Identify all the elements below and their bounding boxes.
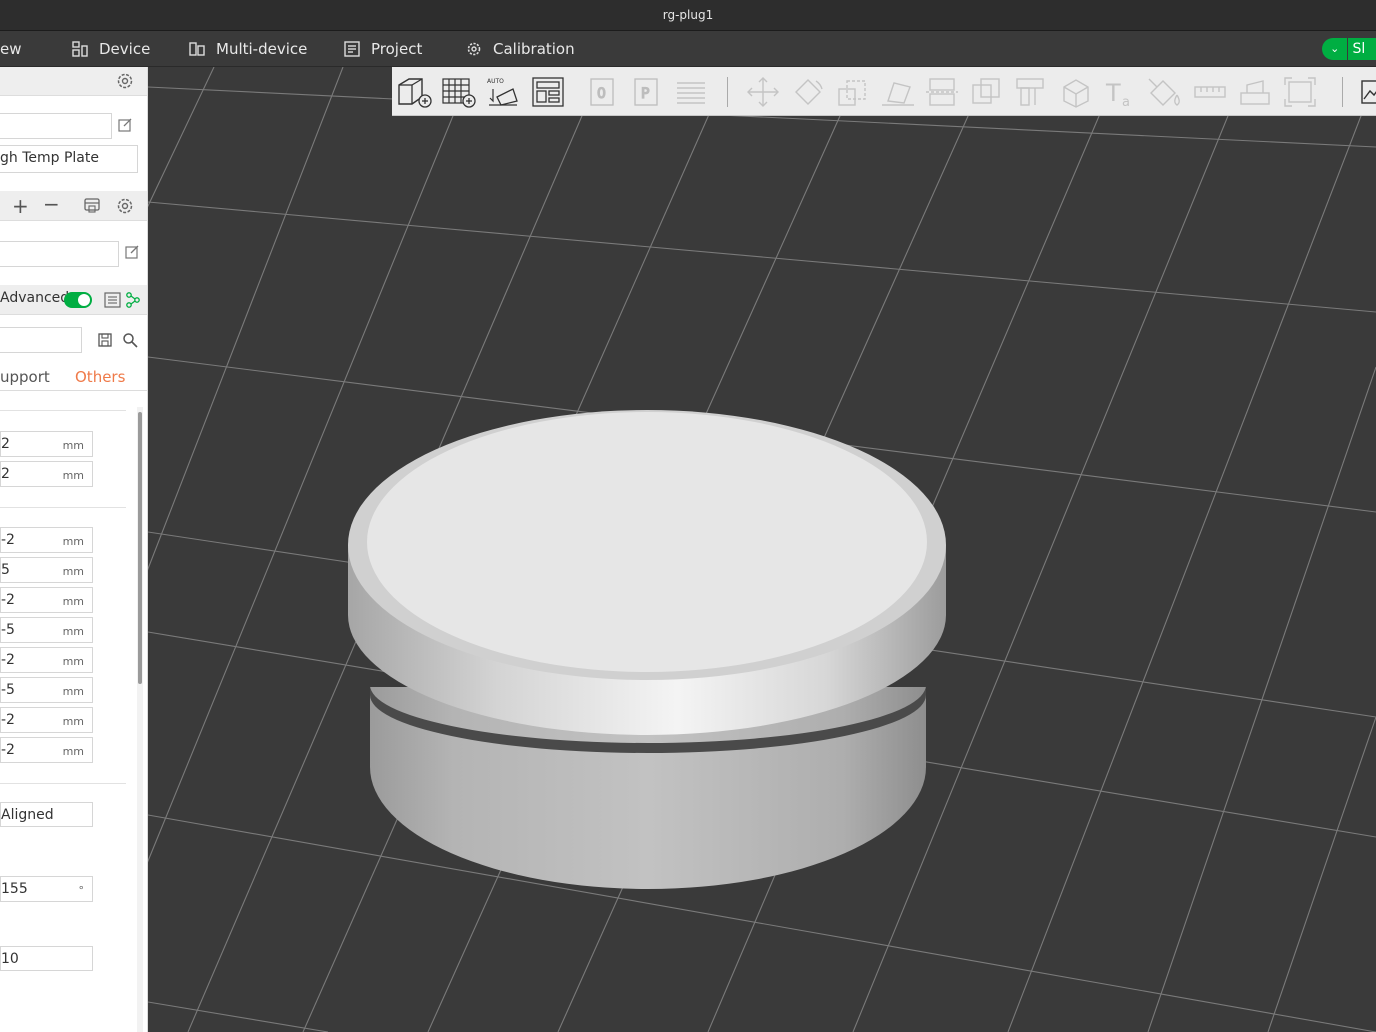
edit-printer-icon[interactable] xyxy=(117,117,133,133)
tab-device[interactable]: Device xyxy=(71,31,150,67)
numeric-field[interactable]: -2 mm xyxy=(0,707,93,733)
compare-presets-icon[interactable] xyxy=(125,291,141,309)
split-objects-icon: 0 xyxy=(590,78,614,106)
advanced-toggle[interactable] xyxy=(64,292,92,308)
advanced-toggle-knob xyxy=(78,294,90,306)
tab-device-label: Device xyxy=(99,40,151,58)
numeric-field[interactable]: -2 mm xyxy=(0,737,93,763)
angle-field[interactable]: 155 ° xyxy=(0,876,93,902)
calibration-icon xyxy=(467,42,481,56)
remove-filament-icon[interactable]: − xyxy=(43,192,60,216)
group-divider xyxy=(0,410,126,411)
text-tool-icon: Ta xyxy=(1105,79,1130,109)
scale-icon xyxy=(838,80,866,106)
support-painting-icon xyxy=(1016,78,1044,106)
tab-underline xyxy=(0,390,147,391)
object-toolbar: AUTO 0 P Ta xyxy=(392,67,1376,116)
numeric-field[interactable]: -2 mm xyxy=(0,587,93,613)
plug-model[interactable] xyxy=(148,67,1376,1032)
auto-orient-icon[interactable]: AUTO xyxy=(485,75,521,109)
add-filament-icon[interactable]: + xyxy=(12,194,29,218)
view-mode-icon[interactable] xyxy=(1358,75,1376,109)
multi-device-icon xyxy=(189,42,205,56)
rotate-icon xyxy=(795,79,823,105)
group-divider xyxy=(0,507,126,508)
slice-label: Sl xyxy=(1348,38,1376,60)
printer-settings-gear-icon[interactable] xyxy=(116,72,134,90)
settings-search-input[interactable] xyxy=(0,327,82,353)
settings-sidebar: gh Temp Plate + − Advanced upport Others… xyxy=(0,67,148,1032)
plate-type-value: gh Temp Plate xyxy=(0,150,99,166)
tab-project[interactable]: Project xyxy=(343,31,422,67)
tab-prepare[interactable]: ew xyxy=(0,31,22,67)
process-preset-select[interactable] xyxy=(0,241,119,267)
tab-others[interactable]: Others xyxy=(75,368,125,386)
numeric-field[interactable]: -2 mm xyxy=(0,527,93,553)
tab-calibration[interactable]: Calibration xyxy=(465,31,575,67)
numeric-field[interactable]: -5 mm xyxy=(0,617,93,643)
list-view-icon[interactable] xyxy=(104,292,121,308)
plate-type-select[interactable]: gh Temp Plate xyxy=(0,145,138,173)
search-icon[interactable] xyxy=(122,332,138,348)
add-object-icon[interactable] xyxy=(396,75,432,109)
sidebar-scrollbar[interactable] xyxy=(138,412,142,684)
split-parts-icon: P xyxy=(634,78,658,106)
seam-position-select[interactable]: Aligned xyxy=(0,802,93,827)
tab-support[interactable]: upport xyxy=(0,368,50,386)
top-menu-bar: ew Device Multi-device Project Calibrati… xyxy=(0,31,1376,67)
tab-multi-device[interactable]: Multi-device xyxy=(188,31,307,67)
tab-project-label: Project xyxy=(371,40,423,58)
numeric-field[interactable]: 2 mm xyxy=(0,431,93,457)
tab-calibration-label: Calibration xyxy=(493,40,575,58)
svg-text:0: 0 xyxy=(597,86,606,102)
slice-button[interactable]: ⌄ Sl xyxy=(1322,38,1376,60)
advanced-toggle-label: Advanced xyxy=(0,290,70,306)
window-title-bar: rg-plug1 xyxy=(0,0,1376,31)
svg-text:P: P xyxy=(641,86,649,102)
lay-on-face-icon xyxy=(882,82,914,106)
svg-text:AUTO: AUTO xyxy=(487,78,504,85)
move-icon xyxy=(747,77,779,107)
window-title: rg-plug1 xyxy=(662,8,714,22)
device-icon xyxy=(72,41,88,57)
arrange-icon[interactable] xyxy=(530,75,566,109)
printer-select[interactable] xyxy=(0,113,112,139)
project-icon xyxy=(344,41,360,57)
assembly-icon xyxy=(1240,80,1270,105)
add-plate-icon[interactable] xyxy=(440,75,476,109)
filament-settings-gear-icon[interactable] xyxy=(116,197,134,215)
fit-to-view-icon xyxy=(1284,77,1316,107)
numeric-field[interactable]: -2 mm xyxy=(0,647,93,673)
save-preset-icon[interactable] xyxy=(97,332,113,348)
measure-icon xyxy=(1194,86,1226,98)
layers-editing-icon xyxy=(677,82,705,104)
edit-process-icon[interactable] xyxy=(124,244,140,260)
svg-text:a: a xyxy=(1122,95,1130,109)
tab-multi-device-label: Multi-device xyxy=(216,40,308,58)
toolbar-separator xyxy=(727,77,728,107)
boolean-icon xyxy=(972,78,1000,104)
numeric-field[interactable]: 10 xyxy=(0,946,93,971)
3d-viewport[interactable] xyxy=(148,67,1376,1032)
slice-dropdown-chevron-icon[interactable]: ⌄ xyxy=(1322,38,1348,60)
tab-prepare-label: ew xyxy=(0,40,22,58)
cut-icon xyxy=(926,78,958,106)
seam-painting-icon xyxy=(1063,79,1089,108)
numeric-field[interactable]: 2 mm xyxy=(0,461,93,487)
numeric-field[interactable]: -5 mm xyxy=(0,677,93,703)
toolbar-separator xyxy=(1342,77,1343,107)
numeric-field[interactable]: 5 mm xyxy=(0,557,93,583)
svg-text:T: T xyxy=(1105,79,1121,107)
color-painting-icon xyxy=(1148,78,1180,106)
sync-filament-icon[interactable] xyxy=(83,197,101,215)
group-divider xyxy=(0,783,126,784)
